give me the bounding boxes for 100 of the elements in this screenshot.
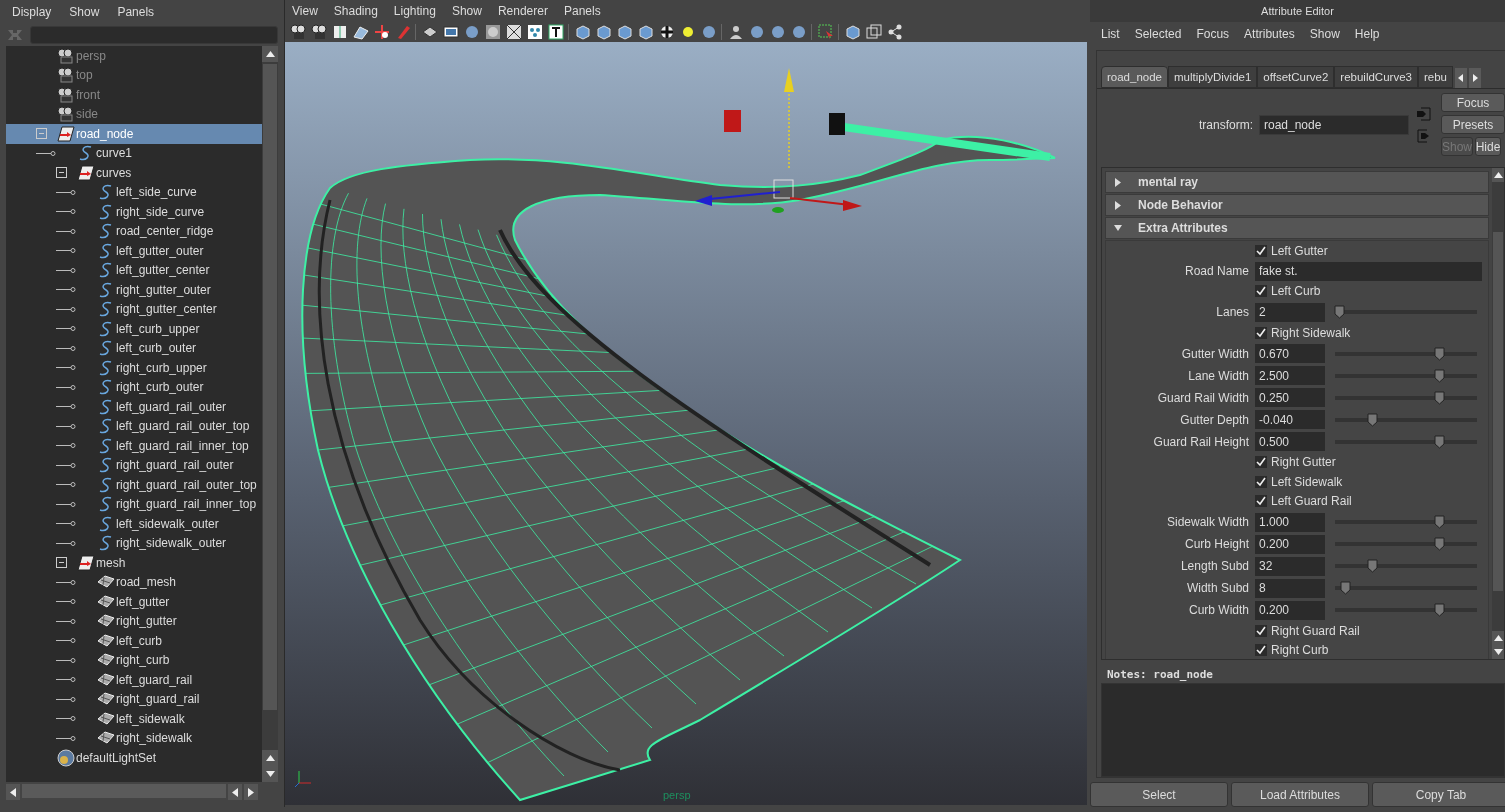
checkbox-label: Right Gutter	[1271, 455, 1336, 470]
tree-item[interactable]: right_curb_outer	[6, 377, 262, 397]
number-field[interactable]: 2.500	[1255, 366, 1325, 385]
node-name-field[interactable]: road_node	[1259, 115, 1409, 135]
number-field[interactable]: 8	[1255, 578, 1325, 598]
menu-item[interactable]: Panels	[563, 4, 601, 18]
tree-item[interactable]: right_sidewalk_outer	[6, 533, 262, 553]
menu-item[interactable]: Show	[1309, 27, 1340, 41]
checkbox-label: Left Curb	[1271, 284, 1321, 299]
tree-item[interactable]: right_side_curve	[6, 202, 262, 222]
footer-button[interactable]: Load Attributes	[1231, 782, 1369, 807]
tree-item[interactable]: left_curb_outer	[6, 338, 262, 358]
attribute-label: Gutter Depth	[1179, 412, 1250, 427]
menu-item[interactable]: Display	[12, 5, 52, 19]
window-title: Attribute Editor	[1090, 0, 1505, 22]
field-label: transform:	[1199, 118, 1253, 132]
attribute-label: Gutter Width	[1180, 346, 1250, 361]
attribute-label: Width Subd	[1185, 581, 1250, 595]
attribute-label: Curb Height	[1183, 537, 1250, 551]
camera-label: persp	[663, 789, 691, 801]
tree-item[interactable]: road_center_ridge	[6, 221, 262, 241]
tree-item[interactable]: front	[6, 85, 262, 105]
number-field[interactable]: 0.200	[1255, 534, 1325, 554]
tree-item[interactable]: right_gutter	[6, 611, 262, 631]
number-field[interactable]: -0.040	[1255, 410, 1325, 429]
menu-item[interactable]: Show	[451, 4, 482, 18]
tree-item[interactable]: right_curb	[6, 650, 262, 670]
section-header[interactable]: Node Behavior	[1105, 194, 1489, 216]
menu-item[interactable]: Focus	[1196, 27, 1230, 41]
attribute-label: Guard Rail Width	[1156, 390, 1250, 405]
tree-item[interactable]: left_gutter_outer	[6, 241, 262, 261]
tree-item[interactable]: right_gutter_outer	[6, 280, 262, 300]
menu-item[interactable]: Panels	[117, 5, 155, 19]
number-field[interactable]: 1.000	[1255, 512, 1325, 532]
tree-item[interactable]: left_curb_upper	[6, 319, 262, 339]
number-field[interactable]: 0.200	[1255, 600, 1325, 620]
number-field[interactable]: 32	[1255, 556, 1325, 576]
checkbox-label: Left Sidewalk	[1271, 474, 1343, 489]
menu-item[interactable]: Attributes	[1244, 27, 1295, 41]
attribute-label: Lane Width	[1187, 368, 1250, 383]
tab[interactable]: rebu	[1417, 66, 1453, 88]
number-field[interactable]: 0.250	[1255, 388, 1325, 407]
menu-item[interactable]: Show	[69, 5, 100, 19]
tree-item[interactable]: left_gutter_center	[6, 260, 262, 280]
tree-item[interactable]: mesh	[6, 553, 262, 573]
section-header[interactable]: Extra Attributes	[1105, 217, 1489, 239]
tree-item[interactable]: left_sidewalk_outer	[6, 514, 262, 534]
number-field[interactable]: 0.500	[1255, 432, 1325, 451]
footer-button[interactable]: Select	[1090, 782, 1228, 807]
tree-item[interactable]: persp	[6, 46, 262, 66]
tree-item[interactable]: left_guard_rail_inner_top	[6, 436, 262, 456]
attribute-label: Road Name	[1183, 264, 1250, 278]
footer-button[interactable]: Copy Tab	[1372, 782, 1505, 807]
tab[interactable]: rebuildCurve3	[1334, 66, 1418, 88]
tree-item[interactable]: right_guard_rail	[6, 689, 262, 709]
menu-item[interactable]: List	[1101, 27, 1120, 41]
menu-item[interactable]: Selected	[1134, 27, 1182, 41]
panel-button[interactable]: Focus	[1441, 93, 1505, 112]
tree-item[interactable]: left_sidewalk	[6, 709, 262, 729]
tree-item[interactable]: left_guard_rail_outer_top	[6, 416, 262, 436]
menu-item[interactable]: Lighting	[393, 4, 436, 18]
tab[interactable]: offsetCurve2	[1257, 66, 1335, 88]
tree-item[interactable]: left_gutter	[6, 592, 262, 612]
menu-item[interactable]: View	[292, 4, 318, 18]
tree-item[interactable]: right_gutter_center	[6, 299, 262, 319]
notes-label: Notes: road_node	[1106, 667, 1214, 683]
tree-item[interactable]: right_guard_rail_outer_top	[6, 475, 262, 495]
checkbox-label: Left Gutter	[1271, 243, 1328, 258]
menu-item[interactable]: Help	[1354, 27, 1380, 41]
tree-item[interactable]: right_guard_rail_inner_top	[6, 494, 262, 514]
tree-item[interactable]: left_guard_rail_outer	[6, 397, 262, 417]
checkbox-label: Left Guard Rail	[1271, 494, 1352, 509]
tree-item[interactable]: left_guard_rail	[6, 670, 262, 690]
attribute-label: Guard Rail Height	[1152, 434, 1250, 449]
tree-item[interactable]: road_node	[6, 124, 262, 144]
tree-item[interactable]: curves	[6, 163, 262, 183]
tree-item[interactable]: right_guard_rail_outer	[6, 455, 262, 475]
attribute-label: Length Subd	[1179, 559, 1250, 573]
tree-item[interactable]: left_curb	[6, 631, 262, 651]
tree-item[interactable]: road_mesh	[6, 572, 262, 592]
checkbox-label: Right Guard Rail	[1271, 623, 1360, 638]
tree-item[interactable]: right_sidewalk	[6, 728, 262, 748]
tree-item[interactable]: left_side_curve	[6, 182, 262, 202]
panel-button[interactable]: Hide	[1475, 137, 1501, 156]
number-field[interactable]: 0.670	[1255, 344, 1325, 363]
tree-item[interactable]: defaultLightSet	[6, 748, 262, 768]
text-field[interactable]: fake st.	[1255, 261, 1482, 281]
checkbox-label: Right Sidewalk	[1271, 325, 1351, 340]
tree-item[interactable]: side	[6, 104, 262, 124]
panel-button[interactable]: Presets	[1441, 115, 1505, 134]
tab[interactable]: multiplyDivide1	[1168, 66, 1258, 88]
menu-item[interactable]: Renderer	[497, 4, 548, 18]
number-field[interactable]: 2	[1255, 302, 1325, 322]
checkbox-label: Right Curb	[1271, 643, 1329, 658]
tab[interactable]: road_node	[1101, 66, 1168, 88]
menu-item[interactable]: Shading	[333, 4, 378, 18]
tree-item[interactable]: curve1	[6, 143, 262, 163]
tree-item[interactable]: top	[6, 65, 262, 85]
tree-item[interactable]: right_curb_upper	[6, 358, 262, 378]
section-header[interactable]: mental ray	[1105, 171, 1489, 193]
